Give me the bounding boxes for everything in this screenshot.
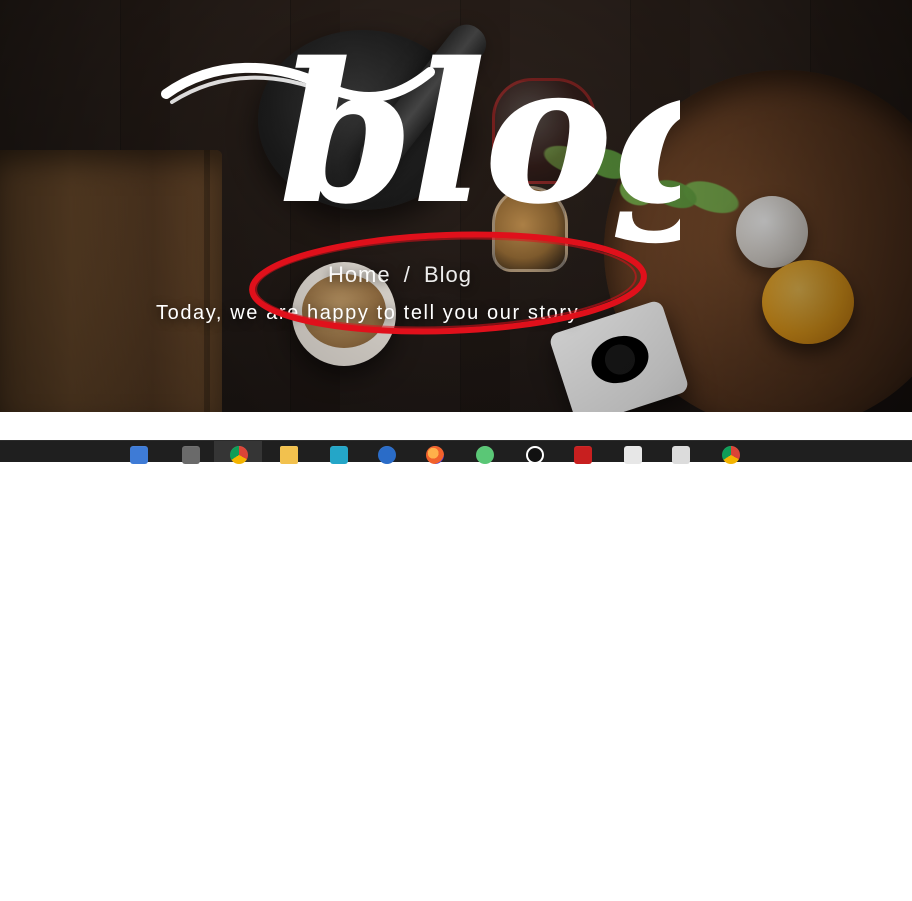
battery-icon[interactable]	[884, 889, 902, 901]
filezilla-icon[interactable]	[574, 446, 592, 464]
breadcrumb-home[interactable]: Home	[328, 262, 391, 288]
app-icon-3[interactable]	[476, 446, 494, 464]
file-explorer-icon[interactable]	[280, 446, 298, 464]
breadcrumb: Home / Blog	[0, 262, 800, 288]
hero-banner: blog Home / Blog Today, we are happy to …	[0, 0, 912, 412]
photos-icon[interactable]	[672, 446, 690, 464]
chrome-icon[interactable]	[230, 446, 248, 464]
tray-overflow-icon[interactable]: ^	[866, 890, 876, 900]
breadcrumb-current: Blog	[424, 262, 473, 287]
calculator-icon[interactable]	[624, 446, 642, 464]
firefox-icon[interactable]	[426, 446, 444, 464]
sublime-text-icon[interactable]	[182, 446, 200, 464]
breadcrumb-separator: /	[403, 262, 411, 287]
hero-tagline: Today, we are happy to tell you our stor…	[156, 302, 580, 324]
page-bottom-gap	[0, 412, 912, 440]
task-view-icon[interactable]	[130, 446, 148, 464]
chrome-icon-2[interactable]	[722, 446, 740, 464]
blog-script-title: blog	[161, 24, 680, 246]
windows-taskbar: ^	[0, 440, 912, 901]
app-icon-2[interactable]	[378, 446, 396, 464]
svg-text:blog: blog	[280, 24, 680, 245]
app-icon-4[interactable]	[526, 446, 544, 464]
app-icon[interactable]	[330, 446, 348, 464]
